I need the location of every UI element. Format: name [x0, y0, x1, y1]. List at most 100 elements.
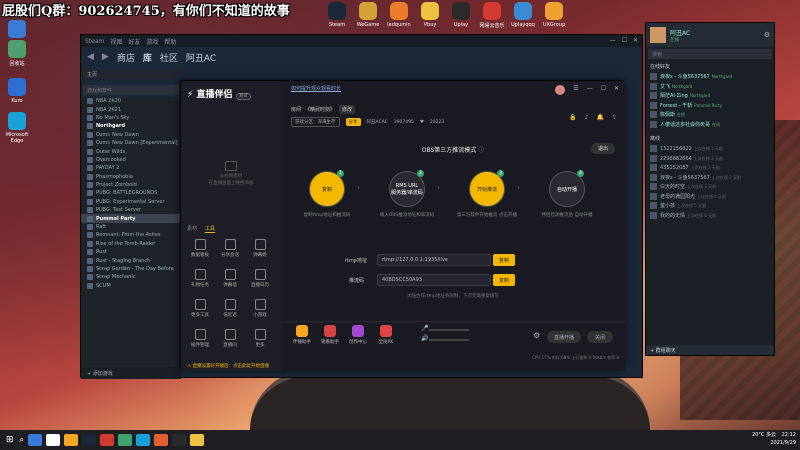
friend-row[interactable]: 陌茫AI-Zing Northgard	[646, 91, 774, 101]
desktop-icon[interactable]: Uplayqqq	[508, 2, 538, 28]
friend-row[interactable]: 陈佩斯 在线	[646, 110, 774, 120]
tool-item[interactable]: 直播日历	[249, 269, 271, 288]
exit-mode-button[interactable]: 退出	[591, 143, 615, 154]
desktop-icon[interactable]: Kuro	[0, 78, 34, 104]
desktop-icon[interactable]: ledqumin	[384, 2, 414, 28]
friend-row[interactable]: 艾飞 Northgard	[646, 82, 774, 92]
game-list-item[interactable]: Phasmophobia	[81, 173, 181, 181]
game-list-item[interactable]: Scrap Mechanic	[81, 273, 181, 281]
maximize-icon[interactable]: ☐	[601, 85, 606, 95]
taskbar-app-icon[interactable]	[190, 434, 205, 446]
taskbar-app-icon[interactable]	[64, 434, 79, 446]
minimize-icon[interactable]: —	[587, 85, 593, 95]
friend-row[interactable]: 435152087 上次在线 2 天前	[646, 163, 774, 173]
room-edit-button[interactable]: 修改	[339, 105, 356, 114]
tool-item[interactable]: 更多工具	[189, 299, 211, 318]
rtmp-address-field[interactable]: rtmp://127.0.0.1:1935/live	[377, 254, 491, 266]
desktop-icon[interactable]: 网易云音乐	[477, 2, 507, 29]
desktop-icon[interactable]: WeGame	[353, 2, 383, 28]
friend-row[interactable]: Forrest - 千斩 Pummel Party	[646, 101, 774, 111]
back-icon[interactable]: ◀	[87, 52, 94, 62]
bottom-tool-item[interactable]: 创作中心	[345, 325, 371, 345]
steam-menu-item[interactable]: 游戏	[146, 37, 158, 46]
steam-home-tab[interactable]: 主页	[81, 69, 181, 79]
game-list-item[interactable]: No Man's Sky	[81, 114, 181, 122]
clock-date[interactable]: 2021/9/29	[770, 440, 796, 448]
tool-item[interactable]: 插件管理	[189, 329, 211, 348]
friend-row[interactable]: 2298882664 上次在线 2 天前	[646, 154, 774, 164]
tab-tools[interactable]: 工具	[205, 225, 216, 233]
taskbar-app-icon[interactable]	[154, 434, 169, 446]
game-list-item[interactable]: Northgard	[81, 122, 181, 130]
game-list-item[interactable]: Outer Wilds	[81, 147, 181, 155]
game-list-item[interactable]: Rust	[81, 248, 181, 256]
game-list-item[interactable]: Remnant: From the Ashes	[81, 231, 181, 239]
copy-rtmp-button[interactable]: 复制	[493, 254, 515, 266]
friend-row[interactable]: 浪夜s - 斗鱼5637567 Northgard	[646, 72, 774, 82]
game-list-item[interactable]: NBA 2K20	[81, 97, 181, 105]
steam-menu-item[interactable]: 帮助	[164, 37, 176, 46]
tool-item[interactable]: 小游戏	[249, 299, 271, 318]
copy-key-button[interactable]: 复制	[493, 274, 515, 286]
friend-row[interactable]: 1322156822 上次在线 1 天前	[646, 144, 774, 154]
bell-icon[interactable]: 🔔	[596, 114, 603, 121]
tool-item[interactable]: 弹幕姬	[249, 239, 271, 258]
bottom-tool-item[interactable]: 观看助手	[317, 325, 343, 345]
steam-menu-item[interactable]: Steam	[85, 38, 104, 45]
windows-start-icon[interactable]: ⊞	[6, 435, 14, 445]
nav-library[interactable]: 库	[143, 51, 152, 64]
game-list-item[interactable]: Scrap Garden - The Day Before	[81, 265, 181, 273]
friend-row[interactable]: 我的的无情 上次在线 6 天前	[646, 211, 774, 221]
game-list-item[interactable]: PUBG: Experimental Server	[81, 198, 181, 206]
game-list-item[interactable]: NBA 2K21	[81, 105, 181, 113]
settings-gear-icon[interactable]: ⚙	[533, 331, 540, 340]
mic-icon[interactable]: 🎤	[421, 325, 428, 332]
desktop-icon[interactable]: Vbuy	[415, 2, 445, 28]
speaker-slider[interactable]	[429, 339, 469, 341]
game-list-item[interactable]: Rust - Staging Branch	[81, 256, 181, 264]
minimize-icon[interactable]: —	[610, 37, 616, 44]
friend-row[interactable]: 老母的满园阳光 上次在线 4 天前	[646, 192, 774, 202]
live-stop-button[interactable]: 关闭	[587, 331, 613, 343]
steam-friends-window[interactable]: 阿丑AC 在线 ⚙ 搜索 在线好友 浪夜s - 斗鱼5637567 Northga…	[645, 22, 775, 356]
room-tag[interactable]: 游戏分区：深海生存	[291, 117, 340, 127]
taskbar-app-icon[interactable]	[118, 434, 133, 446]
nav-store[interactable]: 商店	[117, 51, 135, 64]
game-list-item[interactable]: PUBG: Test Server	[81, 206, 181, 214]
help-icon[interactable]: ⓘ	[478, 147, 484, 154]
bottom-tool-item[interactable]: 伴播助手	[289, 325, 315, 345]
stream-key-field[interactable]: 40BD5CC50A93	[377, 274, 491, 286]
game-list-item[interactable]: Rise of the Tomb Raider	[81, 240, 181, 248]
friends-search-input[interactable]: 搜索	[648, 49, 772, 59]
tool-item[interactable]: 数据看板	[189, 239, 211, 258]
game-list-item[interactable]: PUBG: BATTLEGROUNDS	[81, 189, 181, 197]
forward-icon[interactable]: ▶	[102, 52, 109, 62]
taskbar-app-icon[interactable]	[172, 434, 187, 446]
zb-banner[interactable]: 如何提升观众观看时长	[291, 85, 341, 92]
bottom-tool-item[interactable]: 全民PK	[373, 325, 399, 345]
desktop-icon[interactable]: Uplay	[446, 2, 476, 28]
steam-search-input[interactable]: 游戏和软件	[83, 85, 179, 95]
tool-item[interactable]: 分享会话	[219, 239, 241, 258]
friend-row[interactable]: 白天的时空 上次在线 3 天前	[646, 182, 774, 192]
close-icon[interactable]: ✕	[614, 85, 619, 95]
avatar[interactable]	[555, 85, 566, 95]
share-icon[interactable]: ⇪	[612, 114, 617, 121]
gear-icon[interactable]: ⚙	[764, 31, 770, 39]
live-start-button[interactable]: 直播开播	[547, 331, 581, 343]
nav-community[interactable]: 社区	[160, 51, 178, 64]
taskbar-app-icon[interactable]	[82, 434, 97, 446]
taskbar-app-icon[interactable]	[100, 434, 115, 446]
lock-icon[interactable]: 🔒	[569, 114, 576, 121]
game-list-item[interactable]: Project Zomboid	[81, 181, 181, 189]
nav-profile[interactable]: 阿丑AC	[186, 51, 216, 64]
tool-item[interactable]: 低延迟	[219, 299, 241, 318]
friend-row[interactable]: 萤小孩 上次在线 5 天前	[646, 201, 774, 211]
menu-icon[interactable]: ☰	[573, 85, 578, 95]
friend-row[interactable]: 浪夜s - 斗鱼5637567 上次在线 3 天前	[646, 173, 774, 183]
livestream-companion-window[interactable]: ⚡ 直播伴侣 测试 从右侧素材 在直播画面上拖拽添加 素材 工具 数据看板 分享会…	[180, 80, 625, 371]
game-list-item[interactable]: Pummel Party	[81, 214, 181, 223]
game-list-item[interactable]: Osmi: New Dawn [Experimental]	[81, 139, 181, 147]
tool-item[interactable]: 礼物任务	[189, 269, 211, 288]
game-list-item[interactable]: Osmi: New Dawn	[81, 131, 181, 139]
